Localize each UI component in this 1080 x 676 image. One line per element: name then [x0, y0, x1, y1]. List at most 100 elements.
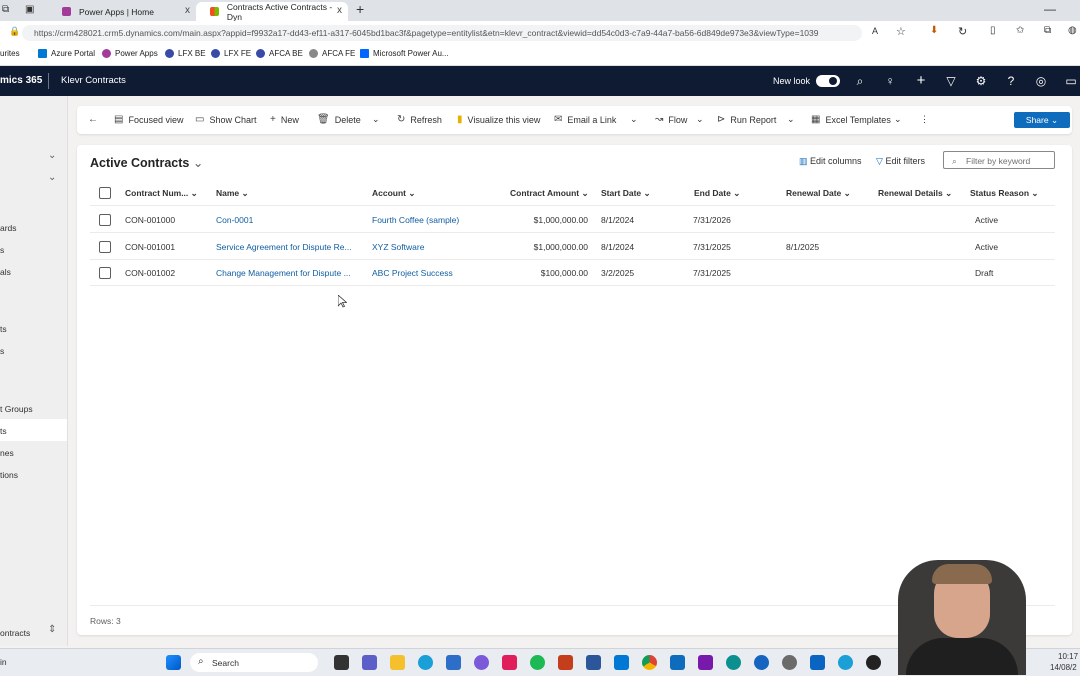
obs-icon[interactable] [866, 655, 881, 670]
extension-icon[interactable]: ⬇ [930, 25, 938, 36]
close-tab-icon[interactable]: x [337, 5, 342, 16]
refresh-browser-icon[interactable]: ↻ [958, 25, 967, 38]
edge-dev-icon[interactable] [726, 655, 741, 670]
bookmark-azure[interactable]: Azure Portal [38, 49, 95, 58]
edit-columns-button[interactable]: ▥ Edit columns [799, 156, 862, 167]
sidebar-item-contacts[interactable]: ts [0, 324, 7, 334]
sidebar-item-dashboards[interactable]: ards [0, 223, 17, 233]
column-header-renewal-details[interactable]: Renewal Details ⌄ [878, 188, 952, 199]
area-switcher-icon[interactable]: ⇕ [48, 624, 56, 635]
filter-by-keyword-input[interactable]: ⌕ Filter by keyword [943, 151, 1055, 169]
edit-filters-button[interactable]: ▽ Edit filters [876, 156, 925, 167]
profile-icon[interactable]: ◍ [1068, 25, 1077, 36]
task-view-icon[interactable] [334, 655, 349, 670]
column-header-start-date[interactable]: Start Date ⌄ [601, 188, 651, 199]
column-header-end-date[interactable]: End Date ⌄ [694, 188, 740, 199]
column-header-account[interactable]: Account ⌄ [372, 188, 415, 199]
select-all-checkbox[interactable] [99, 187, 111, 199]
cell-account-link[interactable]: ABC Project Success [372, 268, 453, 278]
delete-dropdown-chevron-icon[interactable]: ⌄ [372, 114, 380, 125]
share-button[interactable]: Share ⌄ [1014, 112, 1070, 128]
lightbulb-icon[interactable]: ♀ [883, 74, 897, 88]
read-aloud-icon[interactable]: A [872, 26, 878, 36]
favorite-star-icon[interactable]: ☆ [896, 25, 906, 38]
sidebar-item-templates[interactable]: nes [0, 448, 14, 458]
outlook-new-icon[interactable] [810, 655, 825, 670]
edge-active-icon[interactable] [838, 655, 853, 670]
sidebar-item-approvals[interactable]: als [0, 267, 11, 277]
run-report-button[interactable]: ⊳ Run Report [717, 114, 776, 125]
chevron-down-icon[interactable]: ⌄ [48, 172, 56, 183]
more-commands-icon[interactable]: ⋮ [920, 114, 929, 125]
tab-actions-icon[interactable]: ⧉ [2, 4, 9, 15]
store-icon[interactable] [446, 655, 461, 670]
row-checkbox[interactable] [99, 241, 111, 253]
bookmark-favorites[interactable]: urites [0, 49, 20, 58]
filter-icon[interactable]: ▽ [944, 74, 958, 88]
email-dropdown-chevron-icon[interactable]: ⌄ [630, 114, 638, 125]
table-row[interactable]: CON-001000 Con-0001 Fourth Coffee (sampl… [90, 206, 1055, 233]
taskbar-date[interactable]: 14/08/2 [1050, 663, 1077, 672]
flow-chevron-icon[interactable]: ⌄ [696, 114, 704, 125]
slack-icon[interactable] [502, 655, 517, 670]
chat-icon[interactable]: ▭ [1064, 74, 1078, 88]
copilot-app-icon[interactable] [474, 655, 489, 670]
new-button[interactable]: + New [270, 114, 299, 125]
tab-power-apps[interactable]: Power Apps | Home x [48, 2, 196, 21]
sidebar-item-accounts[interactable]: s [0, 245, 4, 255]
focused-view-button[interactable]: ▤ Focused view [114, 114, 183, 125]
cell-name-link[interactable]: Con-0001 [216, 215, 253, 225]
column-header-contract-amount[interactable]: Contract Amount ⌄ [510, 188, 589, 199]
app-name[interactable]: Klevr Contracts [61, 75, 126, 86]
settings-app-icon[interactable] [782, 655, 797, 670]
table-row[interactable]: CON-001001 Service Agreement for Dispute… [90, 233, 1055, 260]
powerpoint-icon[interactable] [558, 655, 573, 670]
search-icon[interactable]: ⌕ [853, 74, 867, 88]
taskbar-time[interactable]: 10:17 [1058, 652, 1078, 661]
cell-name-link[interactable]: Change Management for Dispute ... [216, 268, 351, 278]
sidebar-item-obligations[interactable]: tions [0, 470, 18, 480]
help-icon[interactable]: ? [1004, 74, 1018, 88]
favorites-icon[interactable]: ✩ [1016, 25, 1024, 36]
taskbar-search-box[interactable]: ⌕ Search [190, 653, 318, 672]
bookmark-lfx-fe[interactable]: LFX FE [211, 49, 251, 58]
back-button[interactable]: ← [88, 114, 103, 125]
area-switcher-label[interactable]: ontracts [0, 628, 30, 638]
outlook-icon[interactable] [670, 655, 685, 670]
column-header-contract-number[interactable]: Contract Num... ⌄ [125, 188, 198, 199]
edge-beta-icon[interactable] [754, 655, 769, 670]
column-header-status-reason[interactable]: Status Reason ⌄ [970, 188, 1039, 199]
onenote-icon[interactable] [698, 655, 713, 670]
collections-icon[interactable]: ⧉ [1044, 25, 1051, 36]
excel-templates-button[interactable]: ▦ Excel Templates [811, 114, 891, 125]
new-tab-button[interactable]: + [356, 1, 364, 17]
row-checkbox[interactable] [99, 267, 111, 279]
excel-templates-chevron-icon[interactable]: ⌄ [894, 114, 902, 125]
close-tab-icon[interactable]: x [185, 5, 190, 16]
chevron-down-icon[interactable]: ⌄ [48, 150, 56, 161]
flow-button[interactable]: ↝ Flow [655, 114, 687, 125]
copilot-icon[interactable]: ◎ [1034, 74, 1048, 88]
sidebar-item-s[interactable]: s [0, 346, 4, 356]
bookmark-afca-be[interactable]: AFCA BE [256, 49, 303, 58]
cell-name-link[interactable]: Service Agreement for Dispute Re... [216, 242, 352, 252]
bookmark-power-automate[interactable]: Microsoft Power Au... [360, 49, 449, 58]
sidebar-item-contracts-selected[interactable]: ts [0, 419, 67, 441]
show-chart-button[interactable]: ▭ Show Chart [195, 114, 256, 125]
sidebar-item-contract-groups[interactable]: t Groups [0, 404, 33, 414]
windows-start-icon[interactable] [166, 655, 181, 670]
bookmark-power-apps[interactable]: Power Apps [102, 49, 158, 58]
new-look-toggle[interactable] [816, 75, 840, 87]
visualize-button[interactable]: ▮ Visualize this view [457, 114, 540, 125]
email-link-button[interactable]: ✉ Email a Link [554, 114, 616, 125]
table-row[interactable]: CON-001002 Change Management for Dispute… [90, 259, 1055, 286]
row-checkbox[interactable] [99, 214, 111, 226]
cell-account-link[interactable]: Fourth Coffee (sample) [372, 215, 459, 225]
edge-icon[interactable] [418, 655, 433, 670]
run-report-chevron-icon[interactable]: ⌄ [787, 114, 795, 125]
chrome-icon[interactable] [642, 655, 657, 670]
delete-button[interactable]: 🗑 Delete [317, 114, 361, 125]
minimize-icon[interactable]: — [1044, 2, 1056, 16]
refresh-button[interactable]: ↻ Refresh [397, 114, 442, 125]
settings-gear-icon[interactable]: ⚙ [974, 74, 988, 88]
